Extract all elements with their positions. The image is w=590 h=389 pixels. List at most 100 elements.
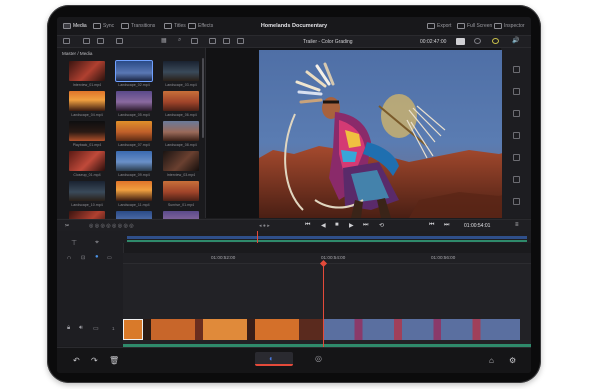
video-clip[interactable] (323, 319, 520, 340)
overlay-icon[interactable] (223, 38, 230, 44)
viewer-frame[interactable] (259, 50, 521, 218)
next-clip-icon[interactable]: ⏭ (444, 222, 449, 229)
overview-playhead (257, 231, 258, 243)
ruler-tick: 01:00:54:00 (321, 255, 346, 260)
viewer-timecode: 00:02:47:00 (420, 38, 447, 45)
sidebar-toggle-icon[interactable] (63, 38, 70, 44)
transform-icon[interactable] (513, 88, 520, 95)
link-icon[interactable]: ⊡ (81, 255, 85, 261)
media-thumbnail[interactable] (115, 60, 153, 82)
lens-icon[interactable] (513, 198, 520, 205)
media-thumbnail-label: Landscape_06.mp4 (165, 113, 197, 117)
media-thumbnail[interactable] (69, 91, 105, 111)
video-track-label: 1 (112, 326, 115, 331)
media-breadcrumb[interactable]: Master / Media (62, 51, 92, 56)
overview-audio (127, 240, 527, 242)
inspector-label: Inspector (504, 23, 525, 29)
track-header-panel: ⊤ ⌖ ∩ ⊡ ● ▭ 🔒︎ 🔊︎ ▭ 1 🔒︎ 🔊︎ 🔇︎ A1 (57, 231, 124, 355)
video-lock-icon[interactable]: 🔒︎ (67, 325, 70, 332)
playhead[interactable] (323, 263, 324, 359)
snap-icon[interactable]: ∩ (67, 255, 71, 261)
view-options-icon[interactable]: ▭ (107, 255, 112, 261)
prev-clip-icon[interactable]: ⏮ (429, 222, 434, 229)
media-thumbnail[interactable] (69, 61, 105, 81)
export-button[interactable]: Export (427, 22, 451, 30)
fullscreen-button[interactable]: Full Screen (457, 22, 492, 30)
page-color[interactable]: ◎ (303, 352, 341, 366)
media-thumbnail[interactable] (69, 151, 105, 171)
crop-icon[interactable] (513, 110, 520, 117)
jog-left-icon[interactable]: ◂ ● ▸ (259, 223, 270, 229)
media-thumbnail[interactable] (116, 91, 152, 111)
media-thumbnail[interactable] (69, 121, 105, 141)
scissors-icon[interactable]: ✂ (65, 223, 69, 229)
color-page-icon: ◎ (315, 354, 322, 363)
overview-track (127, 236, 527, 239)
skip-forward-icon[interactable]: ⏭ (363, 222, 368, 229)
safe-area-icon[interactable] (237, 38, 244, 44)
media-thumbnail-label: Interview_03.mp4 (166, 173, 196, 177)
viewer-layout-icon[interactable] (209, 38, 216, 44)
media-thumbnail-label: Landscape_08.mp4 (165, 143, 197, 147)
settings-icon[interactable]: ⚙ (509, 356, 516, 365)
video-monitor-icon[interactable]: ▭ (93, 325, 99, 332)
blade-tool-icon[interactable]: ⌖ (95, 239, 99, 247)
play-reverse-icon[interactable]: ◀ (321, 222, 326, 229)
timeline-overview[interactable] (123, 231, 531, 243)
menu-icon[interactable]: ≡ (515, 222, 519, 228)
loop-icon[interactable]: ⟲ (379, 222, 384, 229)
media-thumbnail[interactable] (163, 61, 199, 81)
media-thumbnail-label: Landscape_10.mp4 (71, 203, 103, 207)
import-icon[interactable] (97, 38, 104, 44)
volume-icon[interactable]: 🔊 (512, 37, 519, 44)
media-thumbnail-label: Landscape_04.mp4 (71, 113, 103, 117)
video-clip[interactable] (123, 319, 323, 340)
speed-icon[interactable] (513, 132, 520, 139)
media-thumbnail-label: Interview_01.mp4 (72, 83, 102, 87)
media-thumbnail[interactable] (163, 121, 199, 141)
stop-icon[interactable]: ■ (335, 222, 339, 228)
timeline-ruler[interactable]: 01:00:52:00 01:00:54:00 01:00:56:00 (123, 253, 531, 264)
page-cut[interactable]: ◐ (255, 352, 293, 366)
undo-icon[interactable]: ↶ (73, 356, 80, 365)
sort-icon[interactable] (191, 38, 198, 44)
skip-back-icon[interactable]: ⏮ (305, 222, 310, 229)
delete-icon[interactable]: 🗑︎ (109, 356, 119, 365)
clip-selection (123, 319, 143, 340)
media-thumbnail-label: Landscape_07.mp4 (118, 143, 150, 147)
fullscreen-label: Full Screen (467, 23, 493, 29)
grid-view-icon[interactable]: ▦ (161, 37, 168, 44)
inspector-button[interactable]: Inspector (494, 22, 525, 30)
audio-scrub-icon[interactable]: ● (95, 254, 99, 260)
media-thumbnail-label: Closeup_01.mp4 (73, 173, 101, 177)
top-bar: Media Sync Transitions Titles Effects Ho… (57, 17, 531, 36)
audio-meter-icon[interactable] (513, 66, 520, 73)
zoom-icon[interactable] (513, 154, 520, 161)
media-thumbnail[interactable] (69, 181, 105, 201)
media-thumbnail[interactable] (163, 181, 199, 201)
media-thumbnail[interactable] (116, 151, 152, 171)
video-audio-icon[interactable]: 🔊︎ (79, 325, 83, 332)
media-thumbnail-label: Sunrise_01.mp4 (167, 203, 195, 207)
keyframe-icon[interactable] (492, 38, 499, 44)
media-thumbnail[interactable] (116, 181, 152, 201)
search-icon[interactable]: ⌕ (178, 37, 185, 43)
redo-icon[interactable]: ↷ (91, 356, 98, 365)
edit-tools-icon[interactable]: ◎ ◎ ◎ ◎ ◎ ◎ ◎ ◎ (89, 223, 134, 229)
color-wheel-icon[interactable] (474, 38, 481, 44)
display-icon[interactable] (456, 38, 465, 45)
media-scrollbar[interactable] (202, 58, 204, 138)
media-thumbnail[interactable] (116, 121, 152, 141)
secondary-toolbar: ▦ ⌕ Trailer - Color Grading 00:02:47:00 … (57, 36, 531, 48)
ruler-tick: 01:00:56:00 (431, 255, 456, 260)
media-thumbnail[interactable] (163, 91, 199, 111)
home-icon[interactable]: ⌂ (489, 356, 494, 365)
bin-list-icon[interactable] (83, 38, 90, 44)
play-icon[interactable]: ▶ (349, 222, 354, 229)
media-thumbnail[interactable] (163, 151, 199, 171)
viewer-title: Trailer - Color Grading (303, 38, 353, 45)
trim-tool-icon[interactable]: ⊤ (71, 239, 77, 247)
metadata-icon[interactable] (116, 38, 123, 44)
stabilize-icon[interactable] (513, 176, 520, 183)
davinci-resolve-screen: Media Sync Transitions Titles Effects Ho… (57, 17, 531, 373)
